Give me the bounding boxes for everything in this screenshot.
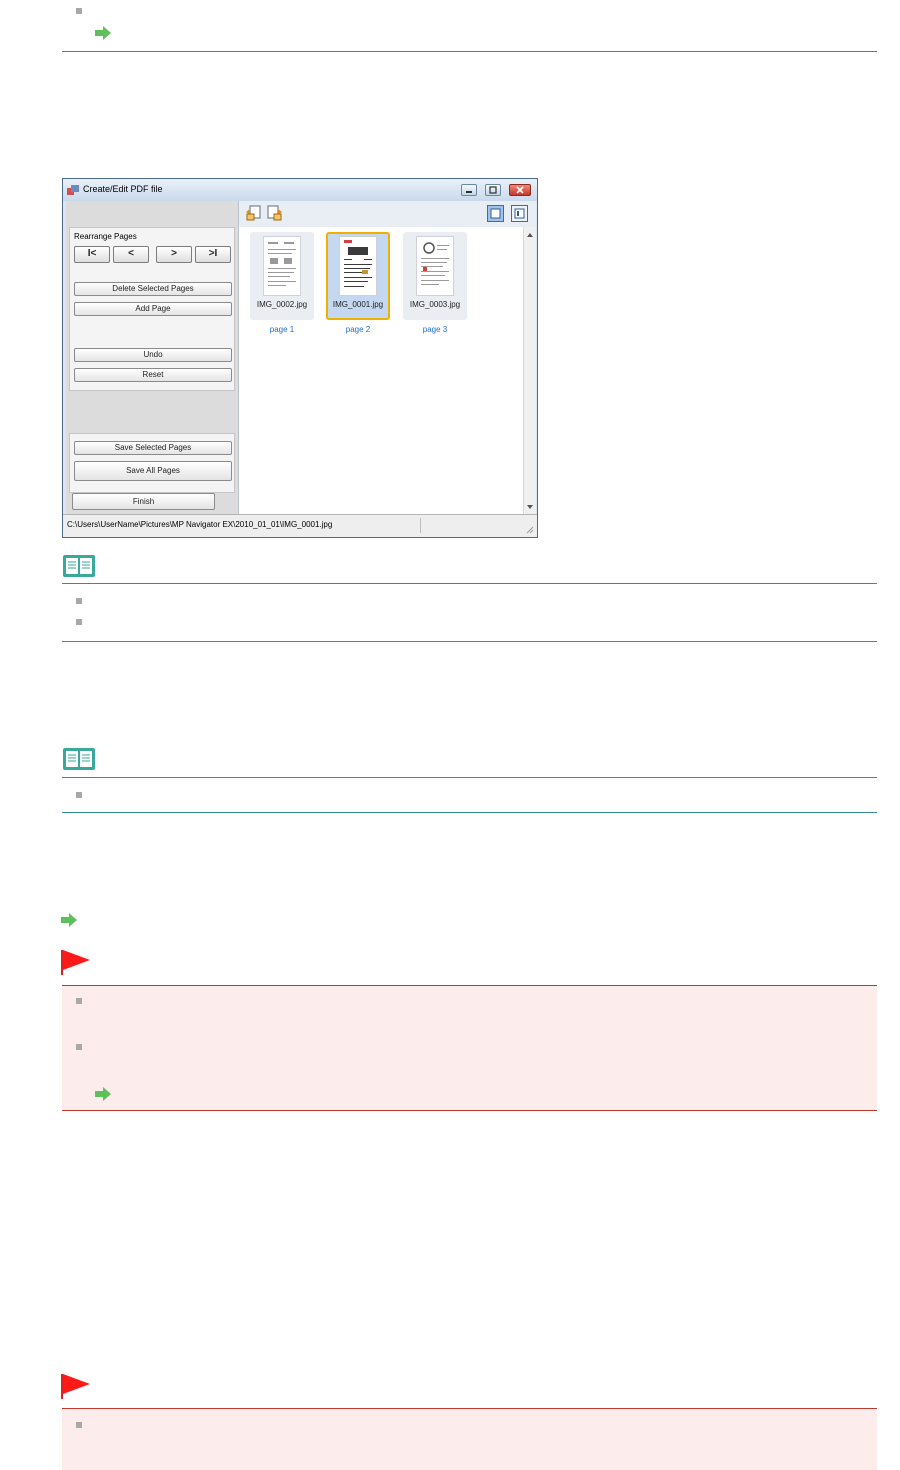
scroll-up-icon[interactable] (524, 230, 536, 240)
note-top-rule (62, 777, 877, 778)
bullet-icon (76, 1422, 82, 1428)
important-top-rule (62, 985, 877, 986)
page-preview-image (339, 236, 377, 296)
page-preview-image (416, 236, 454, 296)
green-arrow-icon[interactable] (94, 26, 112, 40)
page-label: page 1 (269, 325, 295, 334)
save-all-pages-button[interactable]: Save All Pages (74, 461, 232, 481)
important-box (62, 1408, 877, 1470)
add-page-button[interactable]: Add Page (74, 302, 232, 316)
thumbnail-filename: IMG_0001.jpg (332, 300, 384, 309)
undo-button[interactable]: Undo (74, 348, 232, 362)
important-flag-icon (61, 950, 90, 975)
thumbnail-filename: IMG_0003.jpg (409, 300, 461, 309)
delete-selected-pages-button[interactable]: Delete Selected Pages (74, 282, 232, 296)
move-next-button[interactable]: > (156, 246, 192, 263)
page-label: page 3 (422, 325, 448, 334)
bullet-icon (76, 8, 82, 14)
move-first-button[interactable]: I< (74, 246, 110, 263)
status-divider (420, 518, 421, 533)
preview-view-button[interactable] (511, 205, 528, 222)
main-toolbar (239, 201, 536, 227)
move-previous-button[interactable]: < (113, 246, 149, 263)
app-icon (67, 185, 79, 195)
status-file-path: C:\Users\UserName\Pictures\MP Navigator … (67, 520, 333, 529)
bullet-icon (76, 1044, 82, 1050)
preview-view-icon (514, 208, 525, 219)
thumbnail-view-icon (490, 208, 501, 219)
close-button[interactable] (509, 184, 531, 196)
note-bottom-rule (62, 641, 877, 642)
move-last-button[interactable]: >I (195, 246, 231, 263)
minimize-button[interactable] (461, 184, 477, 196)
green-arrow-icon[interactable] (60, 913, 78, 927)
green-arrow-icon[interactable] (94, 1087, 112, 1101)
vertical-scrollbar[interactable] (523, 227, 536, 515)
bullet-icon (76, 792, 82, 798)
rearrange-pages-group: Rearrange Pages I< < > >I Delete Selecte… (69, 227, 235, 391)
bullet-icon (76, 619, 82, 625)
note-book-icon (63, 555, 95, 577)
dialog-title-bar: Create/Edit PDF file (63, 179, 537, 201)
rearrange-pages-title: Rearrange Pages (74, 232, 137, 241)
thumbnail-view-button[interactable] (487, 205, 504, 222)
page-thumbnails: IMG_0002.jpg page 1 IMG_0001.jpg page 2 … (239, 227, 522, 515)
important-top-rule (62, 1408, 877, 1409)
resize-grip-icon[interactable] (524, 524, 534, 534)
page-preview-image (263, 236, 301, 296)
maximize-button[interactable] (485, 184, 501, 196)
thumbnail-page-1[interactable]: IMG_0002.jpg (250, 232, 314, 320)
reset-button[interactable]: Reset (74, 368, 232, 382)
status-bar: C:\Users\UserName\Pictures\MP Navigator … (63, 514, 537, 537)
important-bottom-rule (62, 1110, 877, 1111)
left-panel: Rearrange Pages I< < > >I Delete Selecte… (66, 201, 238, 515)
important-box (62, 985, 877, 1110)
note-book-icon (63, 748, 95, 770)
finish-button[interactable]: Finish (72, 493, 215, 510)
thumbnail-page-2[interactable]: IMG_0001.jpg (326, 232, 390, 320)
page-label: page 2 (345, 325, 371, 334)
bullet-icon (76, 998, 82, 1004)
rotate-right-icon[interactable] (267, 205, 283, 221)
maximize-icon (489, 186, 497, 194)
note-top-rule (62, 583, 877, 584)
thumbnail-page-3[interactable]: IMG_0003.jpg (403, 232, 467, 320)
thumbnail-area: IMG_0002.jpg page 1 IMG_0001.jpg page 2 … (238, 201, 536, 515)
thumbnail-filename: IMG_0002.jpg (256, 300, 308, 309)
important-flag-icon (61, 1374, 90, 1399)
minimize-icon (466, 191, 472, 193)
bullet-icon (76, 598, 82, 604)
note-bottom-rule (62, 812, 877, 813)
create-edit-pdf-dialog: Create/Edit PDF file Rearrange Pages I< … (62, 178, 538, 538)
dialog-title: Create/Edit PDF file (83, 184, 163, 194)
scroll-down-icon[interactable] (524, 502, 536, 512)
save-selected-pages-button[interactable]: Save Selected Pages (74, 441, 232, 455)
section-divider (62, 51, 877, 52)
save-pages-group: Save Selected Pages Save All Pages (69, 433, 235, 493)
rotate-left-icon[interactable] (245, 205, 261, 221)
close-icon (516, 186, 524, 194)
